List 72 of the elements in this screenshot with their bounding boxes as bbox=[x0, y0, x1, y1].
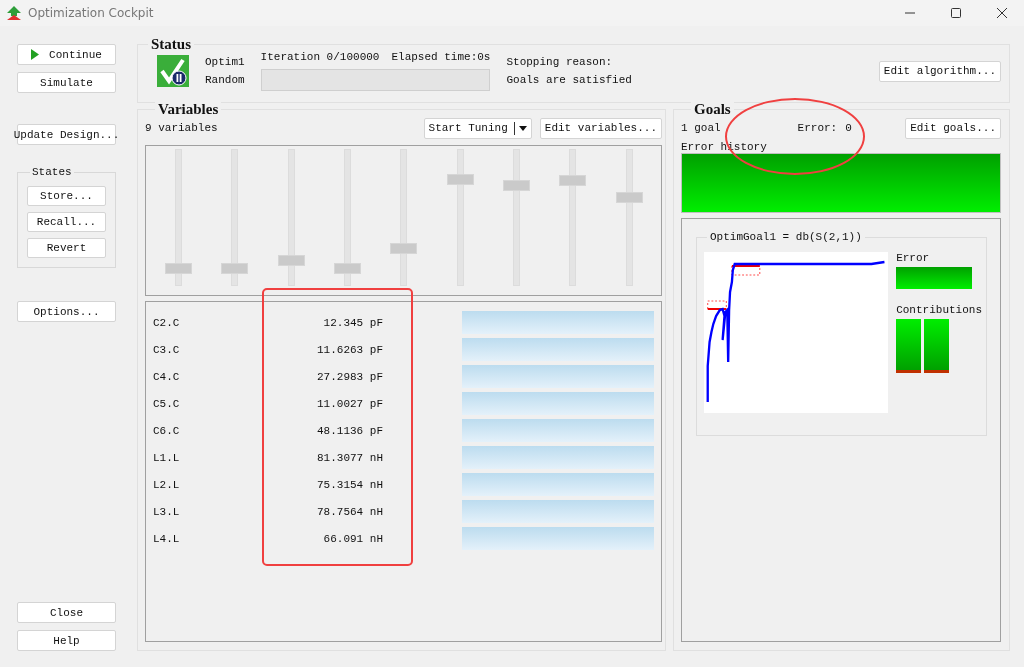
elapsed-time: Elapsed time:0s bbox=[391, 51, 491, 63]
variable-name: L2.L bbox=[153, 478, 181, 491]
options-button[interactable]: Options... bbox=[17, 301, 116, 322]
error-label: Error: bbox=[797, 122, 838, 134]
vertical-slider[interactable] bbox=[221, 149, 248, 286]
edit-algorithm-button[interactable]: Edit algorithm... bbox=[878, 60, 1001, 82]
slider-thumb[interactable] bbox=[390, 243, 418, 254]
vertical-slider[interactable] bbox=[277, 149, 304, 286]
variable-value: 75.3154 nH bbox=[316, 478, 383, 491]
states-button[interactable]: Store... bbox=[27, 186, 106, 206]
contribution-bar bbox=[924, 319, 950, 373]
vertical-slider[interactable] bbox=[559, 149, 586, 286]
variable-value: 66.091 nH bbox=[322, 532, 383, 545]
variable-value: 27.2983 pF bbox=[316, 370, 383, 383]
app-logo-icon bbox=[6, 5, 22, 21]
states-button[interactable]: Revert bbox=[27, 238, 106, 258]
optimizer-name: Optim1 bbox=[205, 56, 245, 68]
variable-name: L4.L bbox=[153, 532, 181, 545]
optimizer-method: Random bbox=[205, 74, 245, 86]
start-tuning-button[interactable]: Start Tuning bbox=[423, 117, 532, 139]
slider-thumb[interactable] bbox=[165, 263, 193, 275]
contributions-caption: Contributions bbox=[896, 304, 982, 316]
hatched-region bbox=[707, 265, 761, 310]
slider-thumb[interactable] bbox=[221, 263, 249, 275]
stopping-reason: Goals are satisfied bbox=[506, 74, 632, 86]
states-title: States bbox=[30, 166, 74, 178]
variable-count: 9 variables bbox=[145, 122, 218, 134]
close-icon[interactable] bbox=[996, 7, 1008, 19]
goal-title: OptimGoal1 = db(S(2,1)) bbox=[707, 231, 865, 243]
variable-name: L1.L bbox=[153, 451, 181, 464]
slider-thumb[interactable] bbox=[615, 191, 643, 203]
variable-name: C2.C bbox=[153, 316, 181, 329]
error-value: 0 bbox=[845, 122, 852, 134]
dropdown-caret-icon bbox=[518, 125, 527, 131]
variable-name: C4.C bbox=[153, 370, 181, 383]
contribution-bar bbox=[896, 319, 922, 373]
dialog-button[interactable]: Help bbox=[17, 630, 116, 651]
slider-thumb[interactable] bbox=[334, 263, 362, 275]
goal-count: 1 goal bbox=[681, 122, 721, 134]
slider-thumb[interactable] bbox=[277, 254, 305, 266]
variable-value: 48.1136 pF bbox=[316, 424, 383, 437]
continue-button[interactable]: Continue bbox=[17, 44, 116, 65]
edit-variables-button[interactable]: Edit variables... bbox=[539, 117, 662, 139]
variable-value: 78.7564 nH bbox=[316, 505, 383, 518]
variable-value: 12.345 pF bbox=[322, 316, 383, 329]
vertical-slider[interactable] bbox=[503, 149, 530, 286]
variable-name: C5.C bbox=[153, 397, 181, 410]
slider-thumb[interactable] bbox=[503, 180, 531, 192]
check-pause-icon bbox=[157, 55, 189, 87]
slider-thumb[interactable] bbox=[446, 173, 474, 185]
states-button[interactable]: Recall... bbox=[27, 212, 106, 232]
maximize-icon[interactable] bbox=[950, 7, 962, 19]
dialog-button[interactable]: Close bbox=[17, 602, 116, 623]
variable-value: 11.6263 pF bbox=[316, 343, 383, 356]
error-caption: Error bbox=[896, 252, 931, 264]
iteration-count: Iteration 0/100000 bbox=[260, 51, 380, 63]
variable-value: 11.0027 pF bbox=[316, 397, 383, 410]
vertical-slider[interactable] bbox=[446, 149, 473, 286]
variable-name: C3.C bbox=[153, 343, 181, 356]
play-icon bbox=[31, 49, 40, 60]
vertical-slider[interactable] bbox=[615, 149, 642, 286]
vertical-slider[interactable] bbox=[390, 149, 417, 286]
slider-thumb[interactable] bbox=[559, 175, 587, 187]
vertical-slider[interactable] bbox=[334, 149, 361, 286]
window-title: Optimization Cockpit bbox=[28, 6, 154, 20]
vertical-slider[interactable] bbox=[165, 149, 192, 286]
variable-value: 81.3077 nH bbox=[316, 451, 383, 464]
variable-name: L3.L bbox=[153, 505, 181, 518]
variable-name: C6.C bbox=[153, 424, 181, 437]
stopping-label: Stopping reason: bbox=[506, 56, 614, 68]
simulate-button[interactable]: Simulate bbox=[17, 72, 116, 93]
edit-goals-button[interactable]: Edit goals... bbox=[905, 117, 1001, 139]
